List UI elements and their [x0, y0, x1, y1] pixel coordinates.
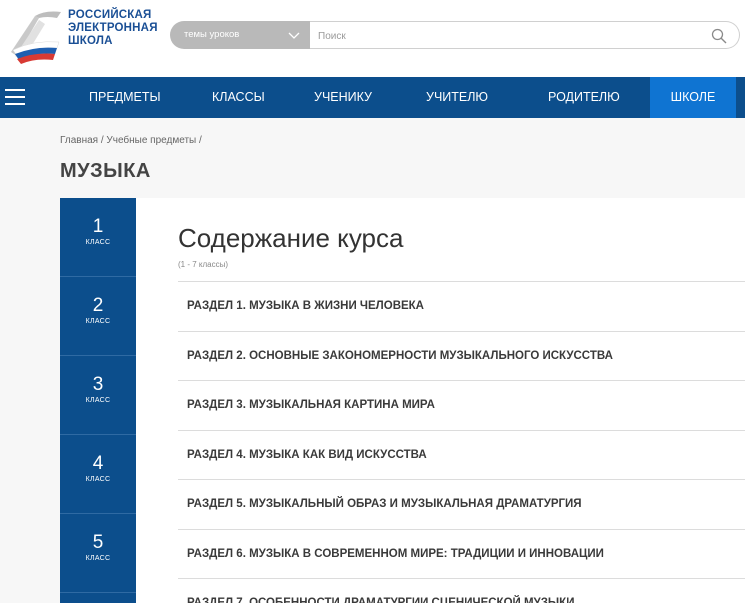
- logo-line: РОССИЙСКАЯ: [68, 9, 152, 21]
- class-number: 5: [92, 532, 104, 553]
- main-nav: ПРЕДМЕТЫ КЛАССЫ УЧЕНИКУ УЧИТЕЛЮ РОДИТЕЛЮ…: [0, 77, 745, 118]
- logo-line: ЭЛЕКТРОННАЯ: [68, 22, 158, 34]
- section-item[interactable]: РАЗДЕЛ 6. МУЗЫКА В СОВРЕМЕННОМ МИРЕ: ТРА…: [178, 528, 745, 579]
- class-number: 4: [92, 453, 104, 474]
- class-tab-1[interactable]: 1 КЛАСС: [60, 198, 136, 277]
- logo-title[interactable]: РОССИЙСКАЯ ЭЛЕКТРОННАЯ ШКОЛА: [68, 9, 158, 48]
- topic-select[interactable]: темы уроков: [170, 21, 310, 49]
- nav-item-parent[interactable]: РОДИТЕЛЮ: [548, 77, 620, 118]
- nav-item-classes[interactable]: КЛАССЫ: [212, 77, 265, 118]
- page-title: МУЗЫКА: [60, 160, 151, 182]
- search-field: [310, 21, 740, 49]
- topic-select-value: темы уроков: [184, 29, 240, 40]
- class-number: 3: [92, 374, 104, 395]
- section-item[interactable]: РАЗДЕЛ 2. ОСНОВНЫЕ ЗАКОНОМЕРНОСТИ МУЗЫКА…: [178, 330, 745, 381]
- class-label: КЛАСС: [85, 476, 111, 483]
- site-header: РОССИЙСКАЯ ЭЛЕКТРОННАЯ ШКОЛА темы уроков: [0, 0, 745, 77]
- nav-item-student[interactable]: УЧЕНИКУ: [314, 77, 372, 118]
- class-label: КЛАСС: [85, 555, 111, 562]
- page: РОССИЙСКАЯ ЭЛЕКТРОННАЯ ШКОЛА темы уроков…: [0, 0, 745, 603]
- section-item[interactable]: РАЗДЕЛ 4. МУЗЫКА КАК ВИД ИСКУССТВА: [178, 429, 745, 480]
- nav-item-school[interactable]: ШКОЛЕ: [650, 77, 736, 118]
- class-tab-3[interactable]: 3 КЛАСС: [60, 356, 136, 435]
- chevron-down-icon: [288, 32, 300, 39]
- class-number: 2: [92, 295, 104, 316]
- book-flag-logo[interactable]: [5, 6, 63, 68]
- class-label: КЛАСС: [85, 239, 111, 246]
- class-label: КЛАСС: [85, 397, 111, 404]
- nav-item-teacher[interactable]: УЧИТЕЛЮ: [426, 77, 488, 118]
- logo-line: ШКОЛА: [68, 35, 113, 47]
- nav-item-subjects[interactable]: ПРЕДМЕТЫ: [89, 77, 161, 118]
- section-item[interactable]: РАЗДЕЛ 1. МУЗЫКА В ЖИЗНИ ЧЕЛОВЕКА: [178, 281, 745, 331]
- course-subtitle: (1 - 7 классы): [178, 260, 229, 269]
- section-item[interactable]: РАЗДЕЛ 7. ОСОБЕННОСТИ ДРАМАТУРГИИ СЦЕНИЧ…: [178, 578, 745, 603]
- menu-icon[interactable]: [5, 89, 25, 105]
- search-bar: темы уроков: [170, 21, 745, 49]
- course-title: Содержание курса: [178, 223, 404, 253]
- breadcrumb[interactable]: Главная / Учебные предметы /: [60, 135, 202, 146]
- class-tab-2[interactable]: 2 КЛАСС: [60, 277, 136, 356]
- section-item[interactable]: РАЗДЕЛ 3. МУЗЫКАЛЬНАЯ КАРТИНА МИРА: [178, 380, 745, 430]
- search-icon[interactable]: [711, 28, 727, 44]
- class-tab-5[interactable]: 5 КЛАСС: [60, 514, 136, 593]
- class-number: 1: [92, 216, 104, 237]
- section-list: РАЗДЕЛ 1. МУЗЫКА В ЖИЗНИ ЧЕЛОВЕКА РАЗДЕЛ…: [178, 281, 745, 603]
- search-input[interactable]: [318, 27, 678, 45]
- section-item[interactable]: РАЗДЕЛ 5. МУЗЫКАЛЬНЫЙ ОБРАЗ И МУЗЫКАЛЬНА…: [178, 479, 745, 529]
- class-label: КЛАСС: [85, 318, 111, 325]
- class-tab-4[interactable]: 4 КЛАСС: [60, 435, 136, 514]
- class-tabs: 1 КЛАСС 2 КЛАСС 3 КЛАСС 4 КЛАСС 5 КЛАСС: [60, 198, 136, 603]
- course-content: Содержание курса (1 - 7 классы) РАЗДЕЛ 1…: [136, 198, 745, 603]
